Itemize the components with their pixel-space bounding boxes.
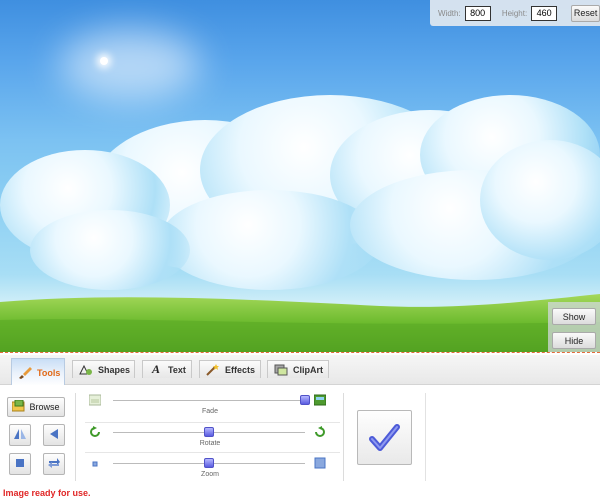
fade-label: Fade (202, 408, 218, 415)
divider (85, 452, 340, 453)
tab-shapes-label: Shapes (98, 364, 131, 375)
fade-low-icon (88, 394, 102, 406)
divider (75, 393, 76, 481)
rotate-label: Rotate (199, 440, 221, 447)
zoom-out-icon (89, 457, 101, 469)
hide-button[interactable]: Hide (552, 332, 596, 349)
rotate-slider-thumb[interactable] (204, 427, 214, 437)
flip-vertical-button[interactable] (43, 424, 65, 446)
tab-effects-label: Effects (225, 364, 256, 375)
zoom-slider-row: Zoom (85, 457, 335, 483)
reset-button[interactable]: Reset (571, 4, 600, 22)
image-canvas[interactable]: Width: Height: Reset Show Hide (0, 0, 600, 352)
browse-label: Browse (29, 402, 60, 412)
zoom-slider-thumb[interactable] (204, 458, 214, 468)
tab-tools[interactable]: Tools (11, 358, 65, 386)
tools-panel: Browse Fade Rotate Zoom (0, 385, 600, 485)
zoom-in-icon (314, 457, 326, 469)
browse-button[interactable]: Browse (7, 397, 65, 417)
width-input[interactable] (464, 5, 491, 21)
tab-shapes[interactable]: Shapes (72, 360, 135, 378)
fade-slider-row: Fade (85, 394, 335, 420)
image-editor: Width: Height: Reset Show Hide Tools Sha… (0, 0, 600, 500)
fade-high-icon (313, 394, 327, 406)
status-message: Image ready for use. (3, 488, 91, 498)
crop-button[interactable] (9, 453, 31, 475)
tab-text-label: Text (168, 364, 186, 375)
crop-square-icon (13, 457, 27, 472)
grass-hill (0, 294, 600, 352)
flip-horizontal-icon (13, 428, 27, 443)
tab-text[interactable]: A Text (142, 360, 192, 378)
rotate-right-icon (314, 426, 326, 438)
rotate-slider-row: Rotate (85, 426, 335, 452)
folder-icon (11, 399, 26, 414)
tab-clipart[interactable]: ClipArt (267, 360, 329, 378)
swap-button[interactable] (43, 453, 65, 475)
tab-tools-label: Tools (37, 367, 61, 378)
zoom-label: Zoom (201, 471, 219, 478)
rotate-left-icon (89, 426, 101, 438)
clipart-icon (274, 364, 288, 376)
height-label: Height: (501, 8, 528, 18)
size-panel: Width: Height: Reset (430, 0, 600, 26)
visibility-panel: Show Hide (548, 302, 600, 352)
brush-icon (18, 366, 32, 379)
height-input[interactable] (531, 5, 558, 21)
width-label: Width: (438, 8, 461, 18)
flip-horizontal-button[interactable] (9, 424, 31, 446)
canvas-border (0, 352, 600, 353)
tab-effects[interactable]: Effects (199, 360, 261, 378)
divider (425, 393, 426, 481)
flip-vertical-icon (47, 428, 61, 443)
divider (85, 422, 340, 423)
show-button[interactable]: Show (552, 308, 596, 325)
fade-slider-thumb[interactable] (300, 395, 310, 405)
apply-button[interactable] (357, 410, 412, 465)
divider (343, 393, 344, 481)
checkmark-icon (369, 424, 400, 451)
tab-bar: Tools Shapes A Text Effects ClipArt (0, 355, 600, 386)
swap-arrows-icon (47, 457, 61, 472)
shapes-icon (79, 364, 93, 376)
tab-clipart-label: ClipArt (293, 364, 323, 375)
fade-slider-track[interactable] (113, 400, 305, 401)
text-a-icon: A (151, 362, 160, 376)
magic-wand-icon (206, 363, 220, 376)
